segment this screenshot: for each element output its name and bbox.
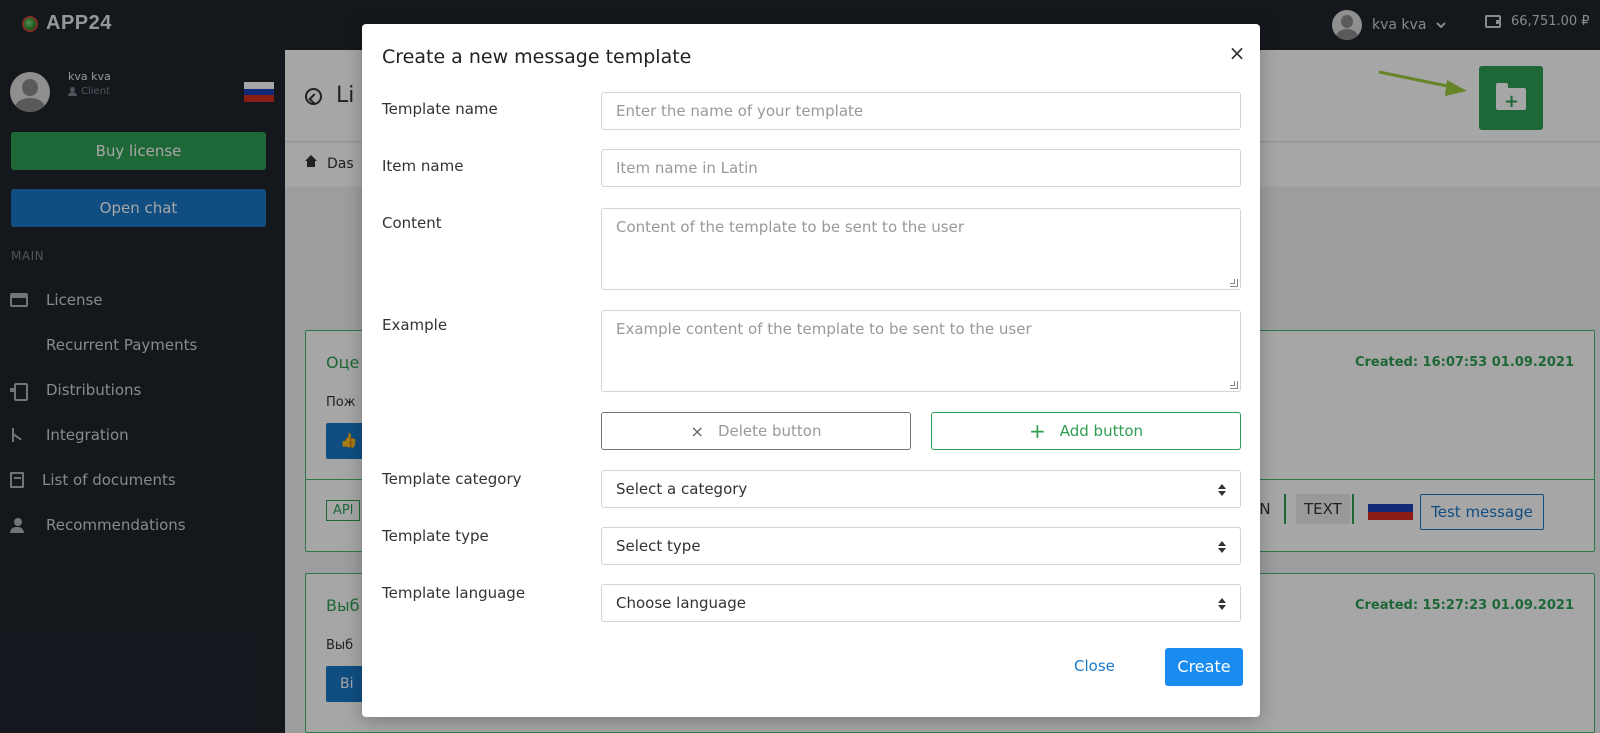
- delete-button-label: Delete button: [717, 422, 822, 440]
- item-name-label: Item name: [382, 157, 464, 175]
- content-textarea[interactable]: Content of the template to be sent to th…: [601, 208, 1241, 290]
- type-select[interactable]: Select type: [601, 527, 1241, 565]
- language-select[interactable]: Choose language: [601, 584, 1241, 622]
- example-label: Example: [382, 316, 448, 334]
- category-select[interactable]: Select a category: [601, 470, 1241, 508]
- type-label: Template type: [382, 527, 489, 545]
- create-template-modal: Create a new message template × Template…: [362, 24, 1260, 717]
- template-name-label: Template name: [382, 100, 498, 118]
- create-button[interactable]: Create: [1165, 648, 1243, 686]
- content-placeholder: Content of the template to be sent to th…: [616, 218, 964, 236]
- example-placeholder: Example content of the template to be se…: [616, 320, 1032, 338]
- select-arrows-icon: [1218, 598, 1226, 610]
- category-select-value: Select a category: [616, 480, 748, 498]
- plus-icon: +: [1028, 419, 1046, 443]
- category-label: Template category: [382, 470, 522, 488]
- delete-button[interactable]: × Delete button: [601, 412, 911, 450]
- add-button-label: Add button: [1059, 422, 1144, 440]
- close-icon: ×: [690, 421, 704, 441]
- modal-title: Create a new message template: [382, 46, 692, 68]
- language-label: Template language: [382, 584, 526, 602]
- item-name-input[interactable]: Item name in Latin: [601, 149, 1241, 187]
- close-icon[interactable]: ×: [1228, 43, 1246, 63]
- resize-handle-icon[interactable]: [1230, 381, 1238, 389]
- example-textarea[interactable]: Example content of the template to be se…: [601, 310, 1241, 392]
- select-arrows-icon: [1218, 541, 1226, 553]
- type-select-value: Select type: [616, 537, 701, 555]
- template-name-input[interactable]: Enter the name of your template: [601, 92, 1241, 130]
- select-arrows-icon: [1218, 484, 1226, 496]
- resize-handle-icon[interactable]: [1230, 279, 1238, 287]
- language-select-value: Choose language: [616, 594, 746, 612]
- add-button[interactable]: + Add button: [931, 412, 1241, 450]
- close-button[interactable]: Close: [1074, 657, 1115, 675]
- content-label: Content: [382, 214, 442, 232]
